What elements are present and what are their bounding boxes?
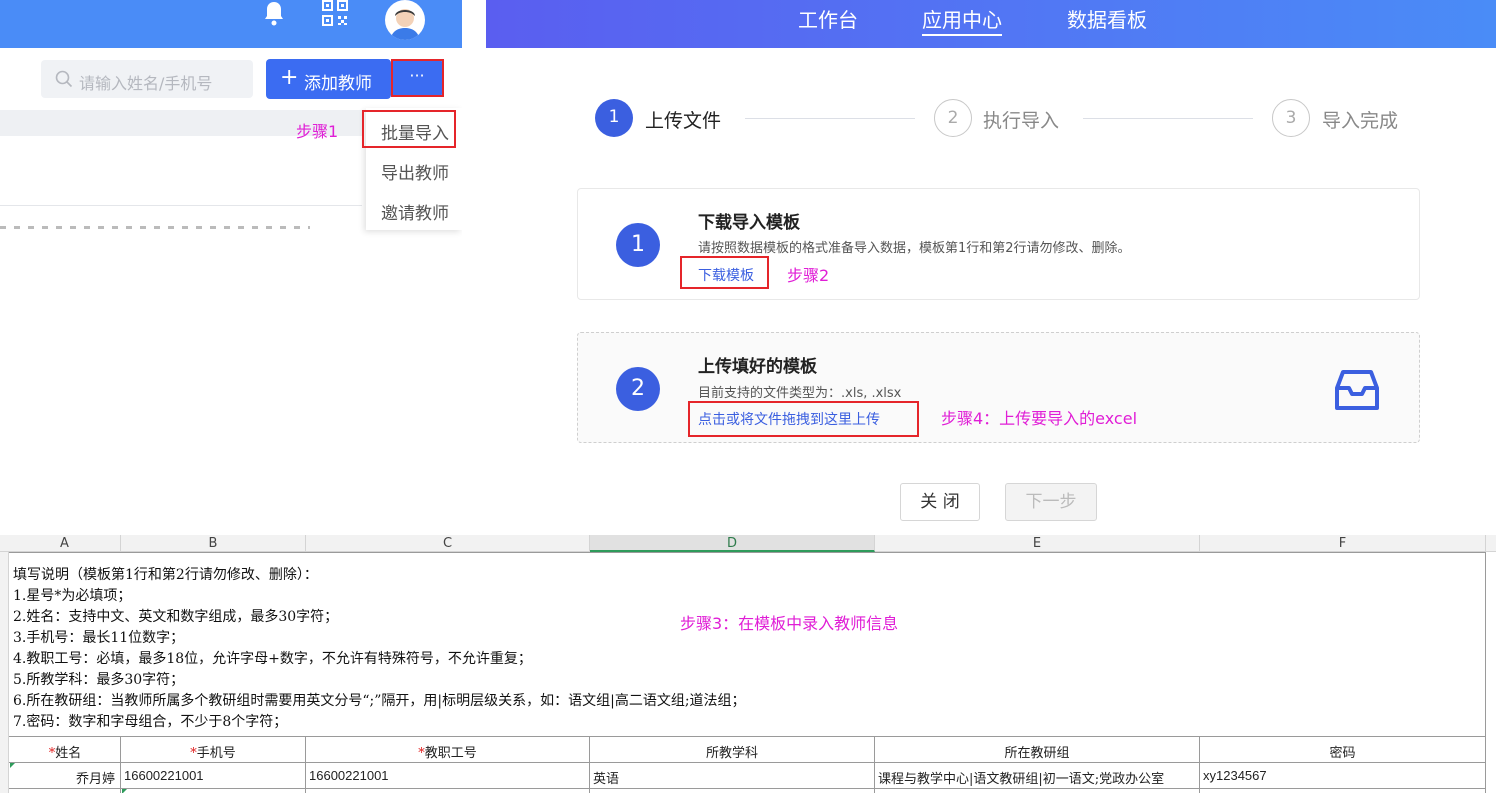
nav-app-center[interactable]: 应用中心: [922, 4, 1002, 33]
card-2-number: 2: [616, 367, 660, 411]
search-icon: [55, 70, 73, 88]
grid-line: [1485, 552, 1486, 793]
table-row-clipped: [0, 226, 310, 229]
instruction-line-5: 5.所教学科：最多30字符；: [13, 672, 185, 688]
step-connector-2: [1083, 118, 1253, 119]
header-cell-staff-id-text: 教职工号: [424, 746, 477, 761]
header-cell-staff-id[interactable]: *教职工号: [306, 742, 589, 761]
data-cell-staff-id[interactable]: 16600221001: [309, 768, 588, 783]
instruction-line-4: 4.教职工号：必填，最多18位，允许字母+数字，不允许有特殊符号，不允许重复；: [13, 651, 532, 667]
data-cell-name[interactable]: 乔月婷: [10, 768, 115, 787]
annotation-step2: 步骤2: [787, 266, 830, 285]
data-cell-group[interactable]: 课程与教学中心|语文教研组|初一语文;党政办公室: [878, 768, 1198, 787]
header-cell-name-text: 姓名: [55, 746, 82, 761]
menu-item-export-teachers[interactable]: 导出教师: [381, 159, 449, 184]
row-header-strip: [0, 552, 9, 793]
plus-icon: +: [280, 65, 299, 90]
search-placeholder: 请输入姓名/手机号: [79, 74, 213, 93]
panel-gap: [462, 0, 486, 535]
column-header-row: A B C D E F: [0, 535, 1496, 552]
highlight-upload-link: [688, 401, 919, 437]
header-cell-subject[interactable]: 所教学科: [590, 742, 874, 761]
grid-line: [9, 762, 1486, 763]
nav-active-underline: [922, 34, 1002, 36]
step-2-circle: 2: [934, 99, 972, 137]
instruction-line-1: 1.星号*为必填项；: [13, 588, 132, 604]
data-cell-subject[interactable]: 英语: [593, 768, 873, 787]
left-header-bar: [0, 0, 462, 48]
header-cell-name[interactable]: *姓名: [10, 742, 120, 761]
step-connector-1: [745, 118, 915, 119]
qrcode-icon[interactable]: [322, 0, 348, 26]
data-cell-password[interactable]: xy1234567: [1203, 768, 1484, 783]
header-cell-phone-text: 手机号: [196, 746, 236, 761]
grid-line: [9, 736, 1486, 737]
grid-line: [9, 552, 1486, 553]
instruction-line-6: 6.所在教研组：当教师所属多个教研组时需要用英文分号“;”隔开，用|标明层级关系…: [13, 693, 746, 709]
add-teacher-button[interactable]: + 添加教师: [266, 59, 391, 99]
step-3-circle: 3: [1272, 99, 1310, 137]
card-1-description: 请按照数据模板的格式准备导入数据，模板第1行和第2行请勿修改、删除。: [698, 241, 1131, 256]
annotation-step1: 步骤1: [296, 122, 339, 141]
annotation-step3: 步骤3：在模板中录入教师信息: [680, 614, 899, 633]
nav-data-dashboard[interactable]: 数据看板: [1067, 4, 1147, 33]
step-3-label: 导入完成: [1322, 110, 1399, 132]
step-1-circle: 1: [595, 99, 633, 137]
inbox-icon: [1335, 370, 1379, 410]
right-header-bar: 工作台 应用中心 数据看板: [486, 0, 1496, 48]
highlight-batch-import: [362, 110, 456, 148]
column-header-a[interactable]: A: [9, 535, 121, 552]
menu-item-invite-teachers[interactable]: 邀请教师: [381, 199, 449, 224]
search-input[interactable]: 请输入姓名/手机号: [41, 60, 253, 98]
highlight-download-link: [680, 256, 769, 289]
highlight-more-button: [391, 59, 444, 97]
user-avatar[interactable]: [385, 0, 425, 40]
header-cell-group[interactable]: 所在教研组: [875, 742, 1199, 761]
column-header-e[interactable]: E: [875, 535, 1200, 552]
next-step-button[interactable]: 下一步: [1005, 483, 1097, 521]
column-header-f[interactable]: F: [1200, 535, 1486, 552]
step-1-label: 上传文件: [645, 110, 722, 132]
close-button[interactable]: 关 闭: [900, 483, 980, 521]
card-2-title: 上传填好的模板: [698, 357, 817, 377]
nav-workbench[interactable]: 工作台: [798, 4, 858, 33]
column-header-b[interactable]: B: [121, 535, 306, 552]
header-cell-password[interactable]: 密码: [1200, 742, 1485, 761]
table-divider: [0, 205, 362, 206]
data-cell-phone[interactable]: 16600221001: [124, 768, 304, 783]
column-header-d[interactable]: D: [590, 535, 875, 552]
template-instructions: 填写说明（模板第1行和第2行请勿修改、删除）： 1.星号*为必填项； 2.姓名：…: [13, 565, 746, 733]
instruction-line-3: 3.手机号：最长11位数字；: [13, 630, 185, 646]
cell-marker: [122, 789, 127, 793]
grid-line: [9, 788, 1486, 789]
bell-icon[interactable]: [262, 0, 286, 26]
header-cell-phone[interactable]: *手机号: [121, 742, 305, 761]
screenshot-root: 请输入姓名/手机号 + 添加教师 ··· 批量导入 导出教师 邀请教师 步骤1 …: [0, 0, 1496, 793]
instruction-line-2: 2.姓名：支持中文、英文和数字组成，最多30字符；: [13, 609, 339, 625]
card-1-number: 1: [616, 223, 660, 267]
add-teacher-label: 添加教师: [304, 74, 372, 94]
avatar-face-icon: [390, 9, 420, 40]
column-header-c[interactable]: C: [306, 535, 590, 552]
annotation-step4: 步骤4：上传要导入的excel: [941, 409, 1138, 428]
excel-template-sheet: A B C D E F 填写说明（模板第1行和第2行请勿修改、删除）： 1.星号…: [0, 535, 1496, 793]
card-1-title: 下载导入模板: [698, 213, 800, 233]
card-2-description: 目前支持的文件类型为：.xls, .xlsx: [698, 386, 902, 401]
step-2-label: 执行导入: [983, 110, 1060, 132]
instruction-line-7: 7.密码：数字和字母组合，不少于8个字符；: [13, 714, 288, 730]
instruction-title: 填写说明（模板第1行和第2行请勿修改、删除）：: [13, 567, 318, 583]
